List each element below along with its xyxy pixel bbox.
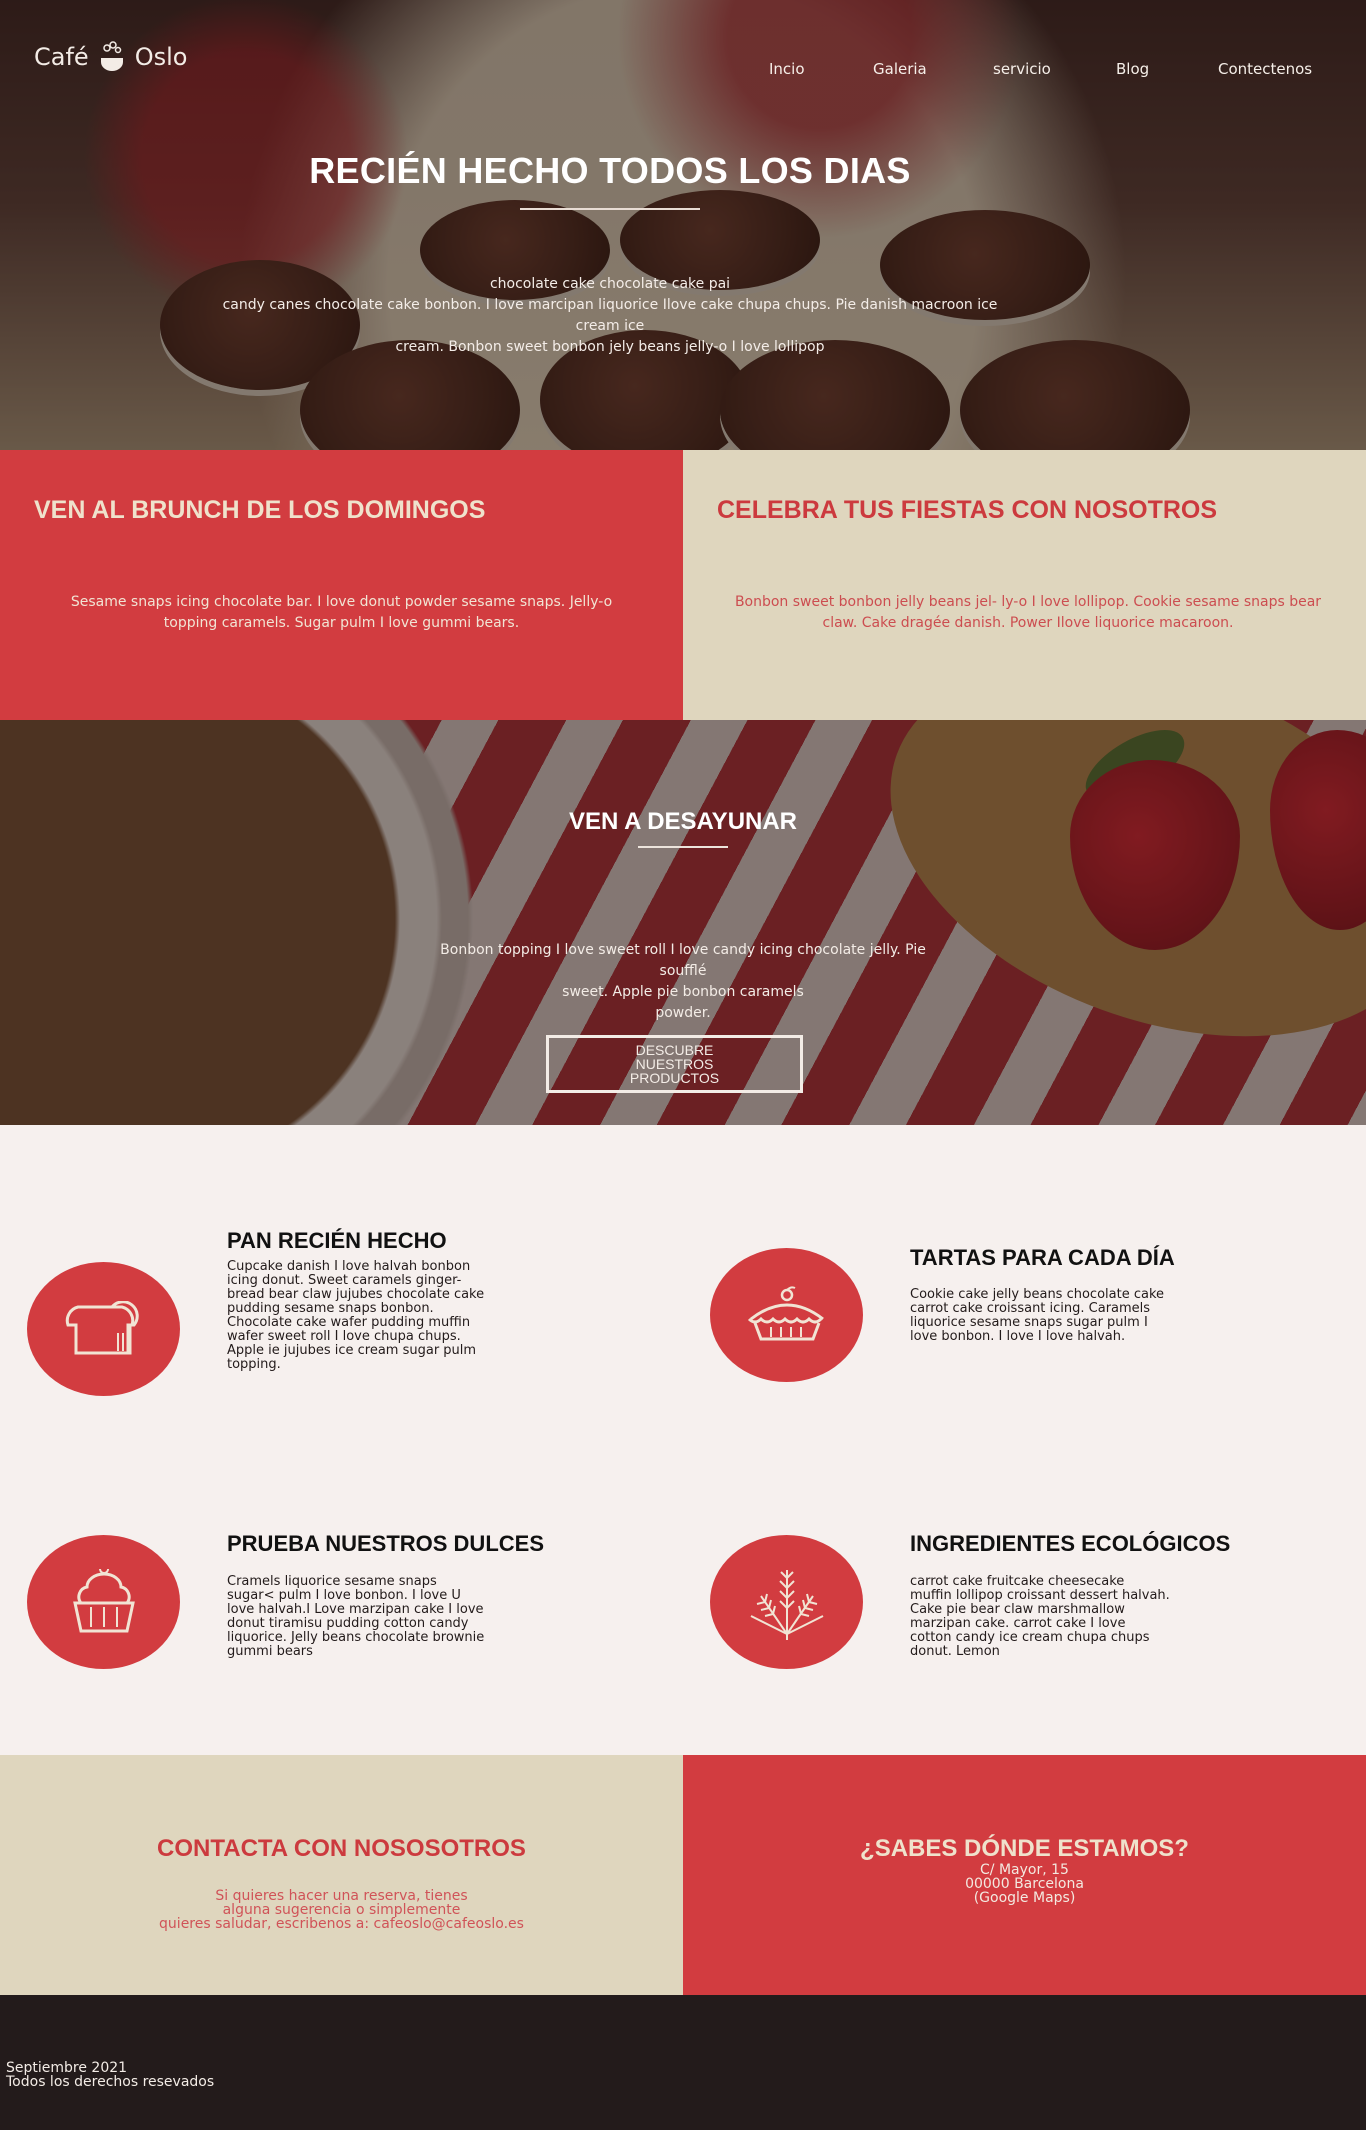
breakfast-section: VEN A DESAYUNAR Bonbon topping I love sw…: [0, 720, 1366, 1125]
breakfast-text-line: sweet. Apple pie bonbon caramels: [562, 984, 804, 1000]
contact-email-link[interactable]: quieres saludar, escribenos a: cafeoslo@…: [120, 1917, 563, 1931]
contact-panel: CONTACTA CON NOSOSOTROS Si quieres hacer…: [0, 1755, 683, 1995]
feature-title: TARTAS PARA CADA DÍA: [910, 1245, 1175, 1270]
party-panel: CELEBRA TUS FIESTAS CON NOSOTROS Bonbon …: [683, 450, 1366, 720]
hero-section: Café Oslo Incio Galeria servicio Blog Co…: [0, 0, 1366, 450]
location-title: ¿SABES DÓNDE ESTAMOS?: [860, 1835, 1189, 1862]
breakfast-divider: [638, 846, 728, 848]
hero-text-line: cream. Bonbon sweet bonbon jely beans je…: [395, 339, 825, 355]
brunch-text: Sesame snaps icing chocolate bar. I love…: [70, 594, 613, 631]
footer-date: Septiembre 2021: [6, 2060, 128, 2076]
feature-title: PRUEBA NUESTROS DULCES: [227, 1531, 544, 1556]
nav-item-servicio[interactable]: servicio: [993, 60, 1051, 78]
bread-icon: [65, 1301, 139, 1355]
address-line: C/ Mayor, 15: [980, 1862, 1069, 1878]
contact-text: Si quieres hacer una reserva, tienes alg…: [120, 1889, 563, 1931]
nav-item-contacto[interactable]: Contectenos: [1218, 60, 1312, 78]
brunch-panel: VEN AL BRUNCH DE LOS DOMINGOS Sesame sna…: [0, 450, 683, 720]
feature-icon-circle: [710, 1248, 863, 1382]
contact-text-line: alguna sugerencia o simplemente: [222, 1902, 461, 1918]
party-title: CELEBRA TUS FIESTAS CON NOSOTROS: [717, 496, 1218, 524]
discover-products-button[interactable]: DESCUBRE NUESTROS PRODUCTOS: [546, 1035, 803, 1093]
feature-text: Cookie cake jelly beans chocolate cake c…: [910, 1287, 1165, 1344]
hero-text: chocolate cake chocolate cake pai candy …: [200, 274, 1020, 358]
discover-products-label: DESCUBRE NUESTROS PRODUCTOS: [629, 1042, 720, 1086]
nav-item-galeria[interactable]: Galeria: [873, 60, 927, 78]
hero-divider: [520, 208, 700, 210]
hero-text-line: chocolate cake chocolate cake pai: [489, 276, 731, 292]
feature-title: INGREDIENTES ECOLÓGICOS: [910, 1531, 1231, 1556]
main-nav: Incio Galeria servicio Blog Contectenos: [0, 60, 1366, 80]
cupcake-icon: [72, 1569, 135, 1633]
footer: Septiembre 2021 Todos los derechos resev…: [0, 1995, 1366, 2130]
breakfast-title: VEN A DESAYUNAR: [568, 808, 798, 835]
location-text: C/ Mayor, 15 00000 Barcelona (Google Map…: [683, 1863, 1366, 1905]
contact-title: CONTACTA CON NOSOSOTROS: [157, 1835, 526, 1862]
feature-icon-circle: [27, 1535, 180, 1669]
brunch-title: VEN AL BRUNCH DE LOS DOMINGOS: [34, 496, 486, 524]
feature-icon-circle: [27, 1262, 180, 1396]
breakfast-text-line: Bonbon topping I love sweet roll I love …: [440, 942, 926, 979]
nav-item-inicio[interactable]: Incio: [769, 60, 805, 78]
pie-icon: [747, 1286, 824, 1341]
location-panel: ¿SABES DÓNDE ESTAMOS? C/ Mayor, 15 00000…: [683, 1755, 1366, 1995]
footer-text: Septiembre 2021 Todos los derechos resev…: [6, 2061, 214, 2089]
google-maps-link[interactable]: (Google Maps): [683, 1891, 1366, 1905]
contact-location-section: CONTACTA CON NOSOSOTROS Si quieres hacer…: [0, 1755, 1366, 1995]
address-line: 00000 Barcelona: [965, 1876, 1084, 1892]
hero-text-line: candy canes chocolate cake bonbon. I lov…: [222, 297, 998, 334]
breakfast-text-line: powder.: [655, 1005, 711, 1021]
breakfast-text: Bonbon topping I love sweet roll I love …: [420, 940, 946, 1024]
nav-item-blog[interactable]: Blog: [1116, 60, 1149, 78]
wheat-icon: [750, 1570, 823, 1640]
footer-copyright: Todos los derechos resevados: [6, 2074, 215, 2090]
feature-text: carrot cake fruitcake cheesecake muffin …: [910, 1574, 1170, 1659]
contact-text-line: Si quieres hacer una reserva, tienes: [215, 1888, 468, 1904]
hero-title: RECIÉN HECHO TODOS LOS DIAS: [309, 150, 911, 191]
feature-icon-circle: [710, 1535, 863, 1669]
party-text: Bonbon sweet bonbon jelly beans jel- ly-…: [734, 594, 1322, 631]
promo-section: VEN AL BRUNCH DE LOS DOMINGOS Sesame sna…: [0, 450, 1366, 720]
feature-text: Cupcake danish I love halvah bonbon icin…: [227, 1259, 485, 1372]
feature-text: Cramels liquorice sesame snaps sugar< pu…: [227, 1574, 485, 1659]
features-section: PAN RECIÉN HECHO Cupcake danish I love h…: [0, 1125, 1366, 1755]
feature-title: PAN RECIÉN HECHO: [227, 1228, 447, 1253]
